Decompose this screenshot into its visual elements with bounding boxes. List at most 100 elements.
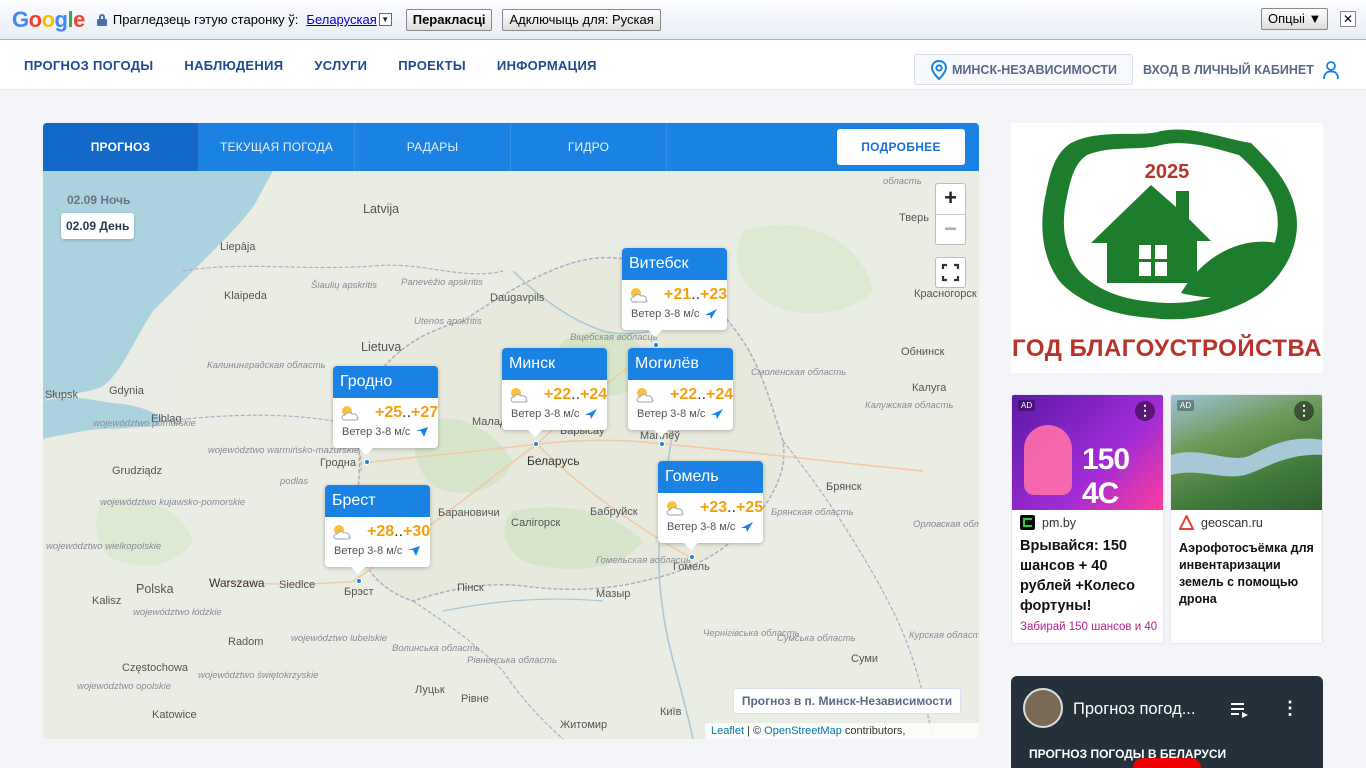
city-card-gomel[interactable]: Гомель +23..+25 Ветер 3-8 м/с [658,461,763,550]
channel-avatar[interactable] [1023,688,1063,728]
city-card-mogilev[interactable]: Могилёв +22..+24 Ветер 3-8 м/с [628,348,733,437]
tab-forecast[interactable]: ПРОГНОЗ [43,123,199,171]
city-temp-range: +22..+24 [670,386,734,403]
map-label-vitebsk-region: Віцебская вобласць [570,332,658,343]
map-label-tver: Тверь [899,212,929,224]
playlist-icon[interactable] [1231,702,1249,718]
more-button[interactable]: ПОДРОБНЕЕ [837,129,965,165]
city-marker-gomel[interactable] [689,554,695,560]
map-label-belarus: Беларусь [527,454,580,468]
nav-menu: ПРОГНОЗ ПОГОДЫ НАБЛЮДЕНИЯ УСЛУГИ ПРОЕКТЫ… [24,40,597,90]
video-embed[interactable]: Прогноз погод... ⋮ ПРОГНОЗ ПОГОДЫ В БЕЛА… [1011,676,1323,768]
tab-hydro[interactable]: ГИДРО [511,123,667,171]
partly-cloudy-icon [666,501,684,516]
chevron-down-icon[interactable]: ▼ [378,13,392,26]
city-temps: +22..+24 [634,386,733,404]
zoom-out-button[interactable]: − [936,214,965,244]
user-icon [1322,60,1339,79]
map-label-orel-region: Орловская область [913,519,979,530]
map-label-kujawsko: województwo kujawsko-pomorskie [100,497,246,508]
fullscreen-button[interactable] [935,257,966,288]
city-name: Гомель [658,461,763,493]
map-label-wielkopolskie: województwo wielkopolskie [46,541,162,552]
osm-link[interactable]: OpenStreetMap [764,725,842,737]
video-title[interactable]: Прогноз погод... [1073,700,1195,719]
city-wind: Ветер 3-8 м/с [511,408,598,420]
wind-arrow-icon [416,427,429,437]
map-label-kursk-region: Курская область [909,630,979,641]
options-button[interactable]: Опцыі ▼ [1261,8,1329,30]
day-option-day[interactable]: 02.09 День [61,213,135,239]
map-base [43,171,979,739]
map-label-gdynia: Gdynia [109,385,144,397]
nav-item-observations[interactable]: НАБЛЮДЕНИЯ [184,58,283,73]
nav-item-forecast[interactable]: ПРОГНОЗ ПОГОДЫ [24,58,153,73]
more-vertical-icon[interactable]: ⋮ [1281,698,1299,719]
weather-map[interactable]: Latvija Lietuva Polska Беларусь Liepāja … [43,171,979,739]
city-card-brest[interactable]: Брест +28..+30 Ветер 3-8 м/с [325,485,430,574]
translate-bar: Google Прагледзець гэтую старонку ў: Бел… [0,0,1366,40]
city-name: Минск [502,348,607,380]
language-select[interactable]: Беларуская [306,12,376,27]
map-label-bryansk-region: Брянская область [771,507,854,518]
belarus-house-emblem [1042,129,1297,320]
city-marker-brest[interactable] [356,578,362,584]
close-icon[interactable]: ✕ [1340,11,1356,27]
login-link[interactable]: ВХОД В ЛИЧНЫЙ КАБИНЕТ [1143,54,1340,85]
wind-arrow-icon [711,409,724,419]
main-nav: ПРОГНОЗ ПОГОДЫ НАБЛЮДЕНИЯ УСЛУГИ ПРОЕКТЫ… [0,40,1366,90]
zoom-in-button[interactable]: + [936,184,965,214]
ad-title: Врывайся: 150 шансов + 40 рублей +Колесо… [1020,538,1135,614]
wind-arrow-icon [741,522,754,532]
map-label-podlaskie: podlas [280,476,308,487]
city-temp-range: +21..+23 [664,286,728,303]
more-vertical-icon[interactable]: ⋮ [1135,401,1155,421]
tab-radars[interactable]: РАДАРЫ [355,123,511,171]
city-card-minsk[interactable]: Минск +22..+24 Ветер 3-8 м/с [502,348,607,437]
login-label: ВХОД В ЛИЧНЫЙ КАБИНЕТ [1143,62,1314,77]
wind-arrow-icon [705,309,718,319]
more-vertical-icon[interactable]: ⋮ [1294,401,1314,421]
city-card-grodno[interactable]: Гродно +25..+27 Ветер 3-8 м/с [333,366,438,455]
map-label-czestochowa: Częstochowa [122,662,189,674]
city-marker-grodno[interactable] [364,459,370,465]
translate-button[interactable]: Перакласці [405,8,493,31]
city-temps: +21..+23 [628,286,727,304]
play-button[interactable] [1133,758,1201,768]
year-banner[interactable]: 2025 ГОД БЛАГОУСТРОЙСТВА [1011,123,1323,373]
wind-arrow-icon [408,546,421,556]
nav-item-information[interactable]: ИНФОРМАЦИЯ [497,58,597,73]
partly-cloudy-icon [341,406,359,421]
banner-year: 2025 [1144,161,1190,183]
forecast-tabs: ПРОГНОЗ ТЕКУЩАЯ ПОГОДА РАДАРЫ ГИДРО ПОДР… [43,123,979,171]
map-label-slupsk: Słupsk [45,389,79,401]
map-label-swietokrzyskie: województwo świętokrzyskie [198,670,319,681]
city-wind: Ветер 3-8 м/с [631,308,718,320]
day-option-night[interactable]: 02.09 Ночь [67,193,130,207]
banner-slogan: ГОД БЛАГОУСТРОЙСТВА [1012,335,1322,362]
map-label-kaliningrad-region: Калининградская область [207,360,326,371]
city-card-vitebsk[interactable]: Витебск +21..+23 Ветер 3-8 м/с [622,248,727,337]
map-label-pomorskie: województwo pomorskie [93,418,196,429]
location-button[interactable]: МИНСК-НЕЗАВИСИМОСТИ [914,54,1133,85]
forecast-location-note: Прогноз в п. Минск-Независимости [733,688,961,714]
city-marker-mogilev[interactable] [659,441,665,447]
zoom-control: + − [935,183,966,245]
city-name: Могилёв [628,348,733,380]
nav-item-projects[interactable]: ПРОЕКТЫ [398,58,466,73]
map-label-brest-city: Брэст [344,586,374,598]
tab-current-weather[interactable]: ТЕКУЩАЯ ПОГОДА [199,123,355,171]
google-logo: Google [12,6,85,32]
disable-translate-button[interactable]: Адключыць для: Руская [502,8,661,31]
city-marker-minsk[interactable] [533,441,539,447]
ad-source: pm.by [1020,515,1076,530]
map-label-grodno-city: Гродна [320,457,356,469]
ad-card[interactable]: 150 4C AD ⋮ pm.by Врывайся: 150 шансов +… [1011,394,1164,644]
nav-item-services[interactable]: УСЛУГИ [314,58,367,73]
ad-subtitle: Забирай 150 шансов и 40 [1020,621,1158,633]
translate-prompt: Прагледзець гэтую старонку ў: [112,12,299,27]
city-wind: Ветер 3-8 м/с [667,521,754,533]
ad-card[interactable]: AD ⋮ geoscan.ru Аэрофотосъёмка для инвен… [1170,394,1323,644]
map-label-soligorsk: Салігорск [511,517,561,529]
leaflet-link[interactable]: Leaflet [711,725,744,737]
